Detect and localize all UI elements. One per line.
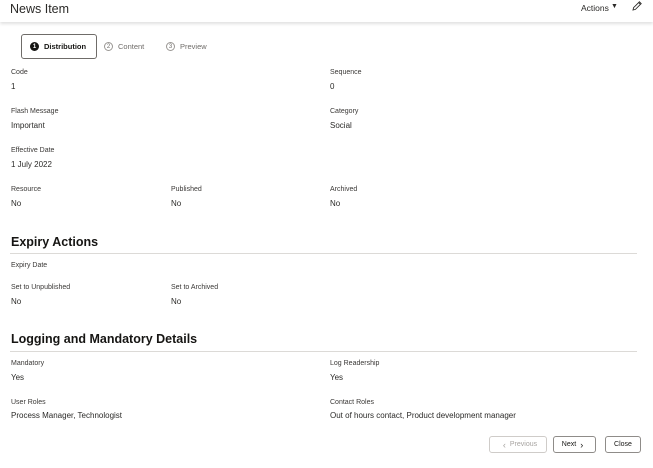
close-button[interactable]: Close (605, 436, 641, 453)
mandatory-value: Yes (11, 373, 25, 382)
expiry-date-label: Expiry Date (11, 262, 48, 269)
step-number: 1 (30, 42, 39, 51)
section-divider (10, 253, 637, 254)
flash-message-value: Important (11, 121, 45, 130)
chevron-left-icon: ‹ (502, 439, 506, 450)
page-header: News Item Actions ▼ (0, 0, 653, 22)
code-label: Code (11, 69, 28, 76)
step-label: Content (118, 42, 145, 51)
step-content[interactable]: 2 Content (104, 34, 144, 59)
category-value: Social (330, 121, 352, 130)
previous-label: Previous (509, 441, 538, 448)
logging-heading: Logging and Mandatory Details (11, 332, 198, 346)
sequence-label: Sequence (330, 69, 362, 76)
log-readership-value: Yes (330, 373, 344, 382)
next-button[interactable]: Next › (553, 436, 596, 453)
effective-date-label: Effective Date (11, 147, 55, 154)
mandatory-label: Mandatory (11, 360, 45, 367)
contact-roles-value: Out of hours contact, Product developmen… (330, 411, 516, 420)
set-archived-label: Set to Archived (171, 284, 219, 291)
edit-icon[interactable] (631, 0, 643, 12)
set-unpublished-value: No (11, 297, 22, 306)
user-roles-label: User Roles (11, 399, 46, 406)
step-number: 3 (166, 42, 175, 51)
section-divider (10, 351, 637, 352)
step-label: Preview (180, 42, 207, 51)
step-label: Distribution (44, 42, 87, 51)
effective-date-value: 1 July 2022 (11, 160, 52, 169)
log-readership-label: Log Readership (330, 360, 380, 367)
published-value: No (171, 199, 182, 208)
step-number: 2 (104, 42, 113, 51)
code-value: 1 (11, 82, 16, 91)
category-label: Category (330, 108, 359, 115)
actions-menu-button[interactable]: Actions (581, 3, 609, 13)
chevron-down-icon[interactable]: ▼ (611, 3, 618, 10)
next-label: Next (561, 441, 577, 448)
resource-value: No (11, 199, 22, 208)
sequence-value: 0 (330, 82, 335, 91)
previous-button[interactable]: ‹ Previous (489, 436, 547, 453)
expiry-actions-heading: Expiry Actions (11, 235, 99, 249)
set-archived-value: No (171, 297, 182, 306)
flash-message-label: Flash Message (11, 108, 59, 115)
chevron-right-icon: › (580, 439, 584, 450)
archived-label: Archived (330, 186, 358, 193)
resource-label: Resource (11, 186, 41, 193)
contact-roles-label: Contact Roles (330, 399, 374, 406)
page-title: News Item (10, 2, 70, 16)
step-preview[interactable]: 3 Preview (166, 34, 207, 59)
archived-value: No (330, 199, 341, 208)
set-unpublished-label: Set to Unpublished (11, 284, 71, 291)
step-distribution[interactable]: 1 Distribution (21, 34, 97, 59)
user-roles-value: Process Manager, Technologist (11, 411, 123, 420)
published-label: Published (171, 186, 202, 193)
